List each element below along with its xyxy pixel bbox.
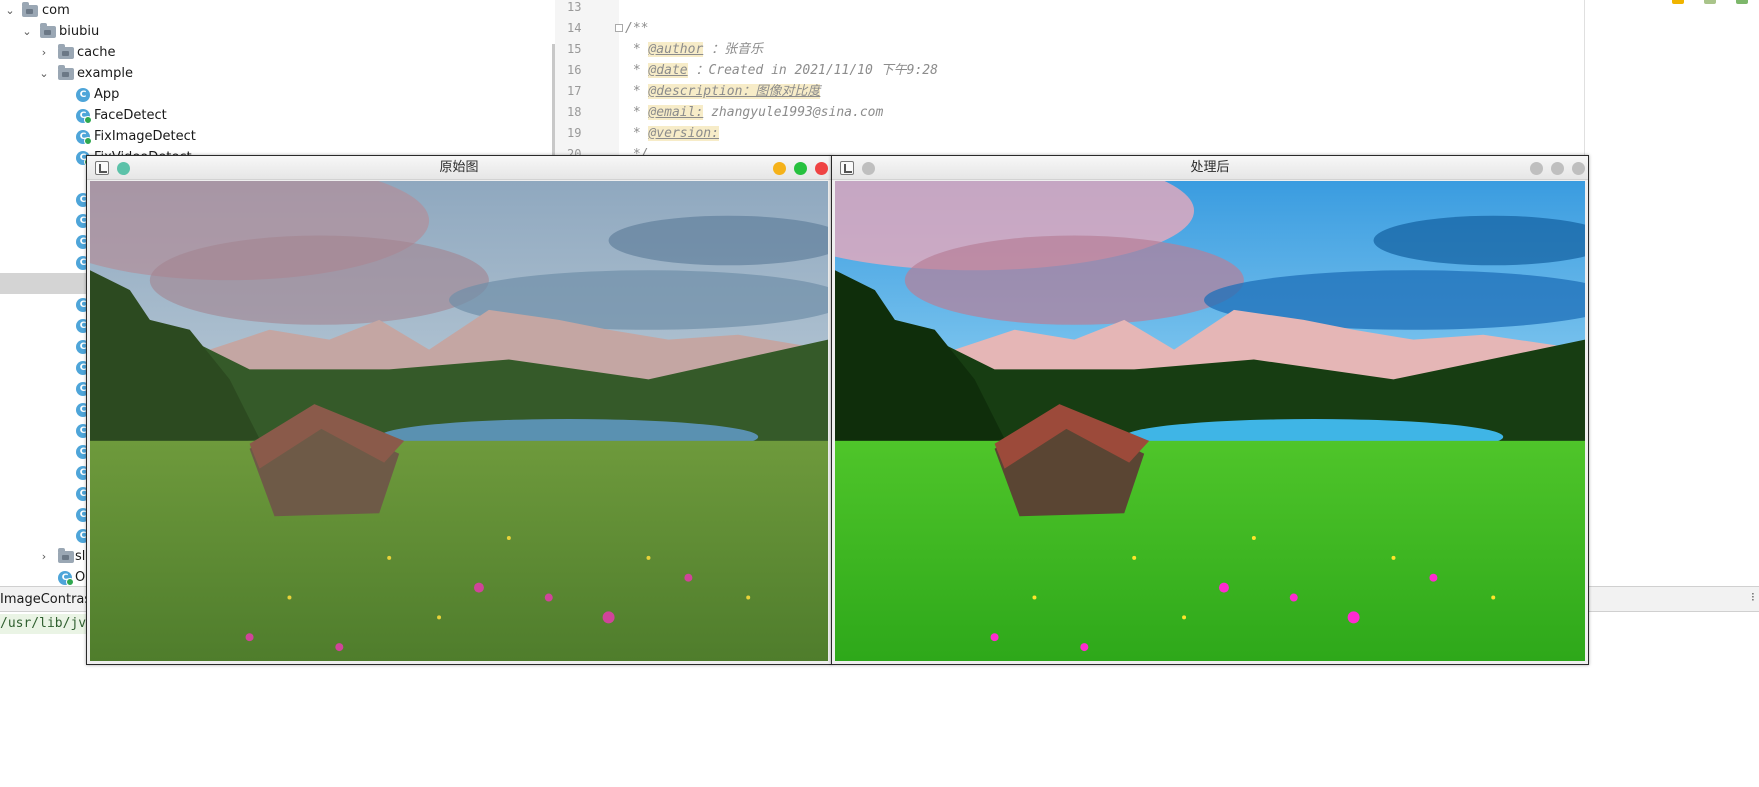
comment-prefix: * [625, 63, 649, 78]
landscape-photo [90, 181, 828, 661]
comment-prefix: * [625, 42, 649, 57]
folder-icon [58, 548, 74, 563]
folder-icon [58, 65, 74, 80]
code-line[interactable]: * @version: [625, 123, 719, 144]
code-line[interactable]: * @email: zhangyule1993@sina.com [625, 102, 883, 123]
javadoc-tag: @author [648, 42, 704, 57]
run-tab[interactable]: ImageContrast [0, 589, 96, 611]
chevron-down-icon[interactable]: ⌄ [20, 21, 34, 42]
close-button[interactable] [1572, 162, 1585, 175]
tree-item-app[interactable]: C App [0, 84, 555, 105]
javadoc-text: ：张音乐 [703, 42, 764, 57]
tree-item-fiximagedetect[interactable]: C FixImageDetect [0, 126, 555, 147]
tree-item-facedetect[interactable]: C FaceDetect [0, 105, 555, 126]
javadoc-tag: @date [648, 63, 688, 78]
folder-icon [40, 23, 56, 38]
window-title: 原始图 [439, 160, 479, 175]
warning-icon[interactable] [1672, 0, 1684, 4]
processed-image-window[interactable]: 处理后 [831, 155, 1589, 665]
landscape-photo-enhanced [835, 181, 1585, 661]
tree-item-example[interactable]: ⌄ example [0, 63, 555, 84]
javadoc-text: ：Created in 2021/11/10 下午9:28 [687, 63, 938, 78]
original-image-window[interactable]: 原始图 [86, 155, 832, 665]
line-number: 14 [567, 21, 582, 35]
maximize-button[interactable] [1551, 162, 1564, 175]
close-button[interactable] [815, 162, 828, 175]
checkmark-icon[interactable] [1736, 0, 1748, 4]
maximize-button[interactable] [794, 162, 807, 175]
folder-icon [22, 2, 38, 17]
code-line[interactable]: * @date ：Created in 2021/11/10 下午9:28 [625, 60, 938, 81]
runnable-class-icon: C [76, 130, 92, 145]
window-titlebar[interactable]: 处理后 [832, 156, 1588, 180]
line-number: 19 [567, 126, 582, 140]
chevron-right-icon[interactable]: › [37, 42, 51, 63]
comment-prefix: * [625, 126, 649, 141]
tree-item-cache[interactable]: › cache [0, 42, 555, 63]
line-number: 13 [567, 0, 582, 14]
line-number: 16 [567, 63, 582, 77]
inspection-icon[interactable] [1704, 0, 1716, 4]
code-line[interactable]: * @description：图像对比度 [625, 81, 821, 102]
chevron-down-icon[interactable]: ⌄ [37, 63, 51, 84]
processed-landscape-image [835, 181, 1585, 661]
minimize-button[interactable] [773, 162, 786, 175]
tree-item-com[interactable]: ⌄ com [0, 0, 555, 21]
code-line[interactable]: /** [625, 18, 648, 39]
minimize-button[interactable] [1530, 162, 1543, 175]
line-number: 17 [567, 84, 582, 98]
comment-prefix: * [625, 105, 649, 120]
tree-item-biubiu[interactable]: ⌄ biubiu [0, 21, 555, 42]
javadoc-tag: @email: [648, 105, 704, 120]
javadoc-tag: @version: [648, 126, 719, 141]
more-icon[interactable]: ⁝ [1751, 590, 1759, 608]
code-editor[interactable]: 13 14 15 16 17 18 19 20 /** * @author ：张音乐 * @d… [555, 0, 1585, 162]
javadoc-tag: @description：图像对比度 [648, 84, 821, 99]
line-number-gutter: 13 14 15 16 17 18 19 20 [555, 0, 619, 161]
fold-toggle-icon[interactable] [615, 24, 623, 32]
javadoc-text: zhangyule1993@sina.com [703, 105, 884, 120]
runnable-class-icon: C [58, 571, 74, 586]
run-console-output: /usr/lib/jvm [0, 614, 98, 634]
chevron-right-icon[interactable]: › [37, 546, 51, 567]
java-class-icon: C [76, 88, 90, 102]
chevron-down-icon[interactable]: ⌄ [3, 0, 17, 21]
comment-prefix: * [625, 84, 649, 99]
window-title: 处理后 [1190, 160, 1230, 175]
line-number: 18 [567, 105, 582, 119]
window-titlebar[interactable]: 原始图 [87, 156, 831, 180]
folder-icon [58, 44, 74, 59]
runnable-class-icon: C [76, 109, 92, 124]
line-number: 15 [567, 42, 582, 56]
original-landscape-image [90, 181, 828, 661]
code-line[interactable]: * @author ：张音乐 [625, 39, 763, 60]
